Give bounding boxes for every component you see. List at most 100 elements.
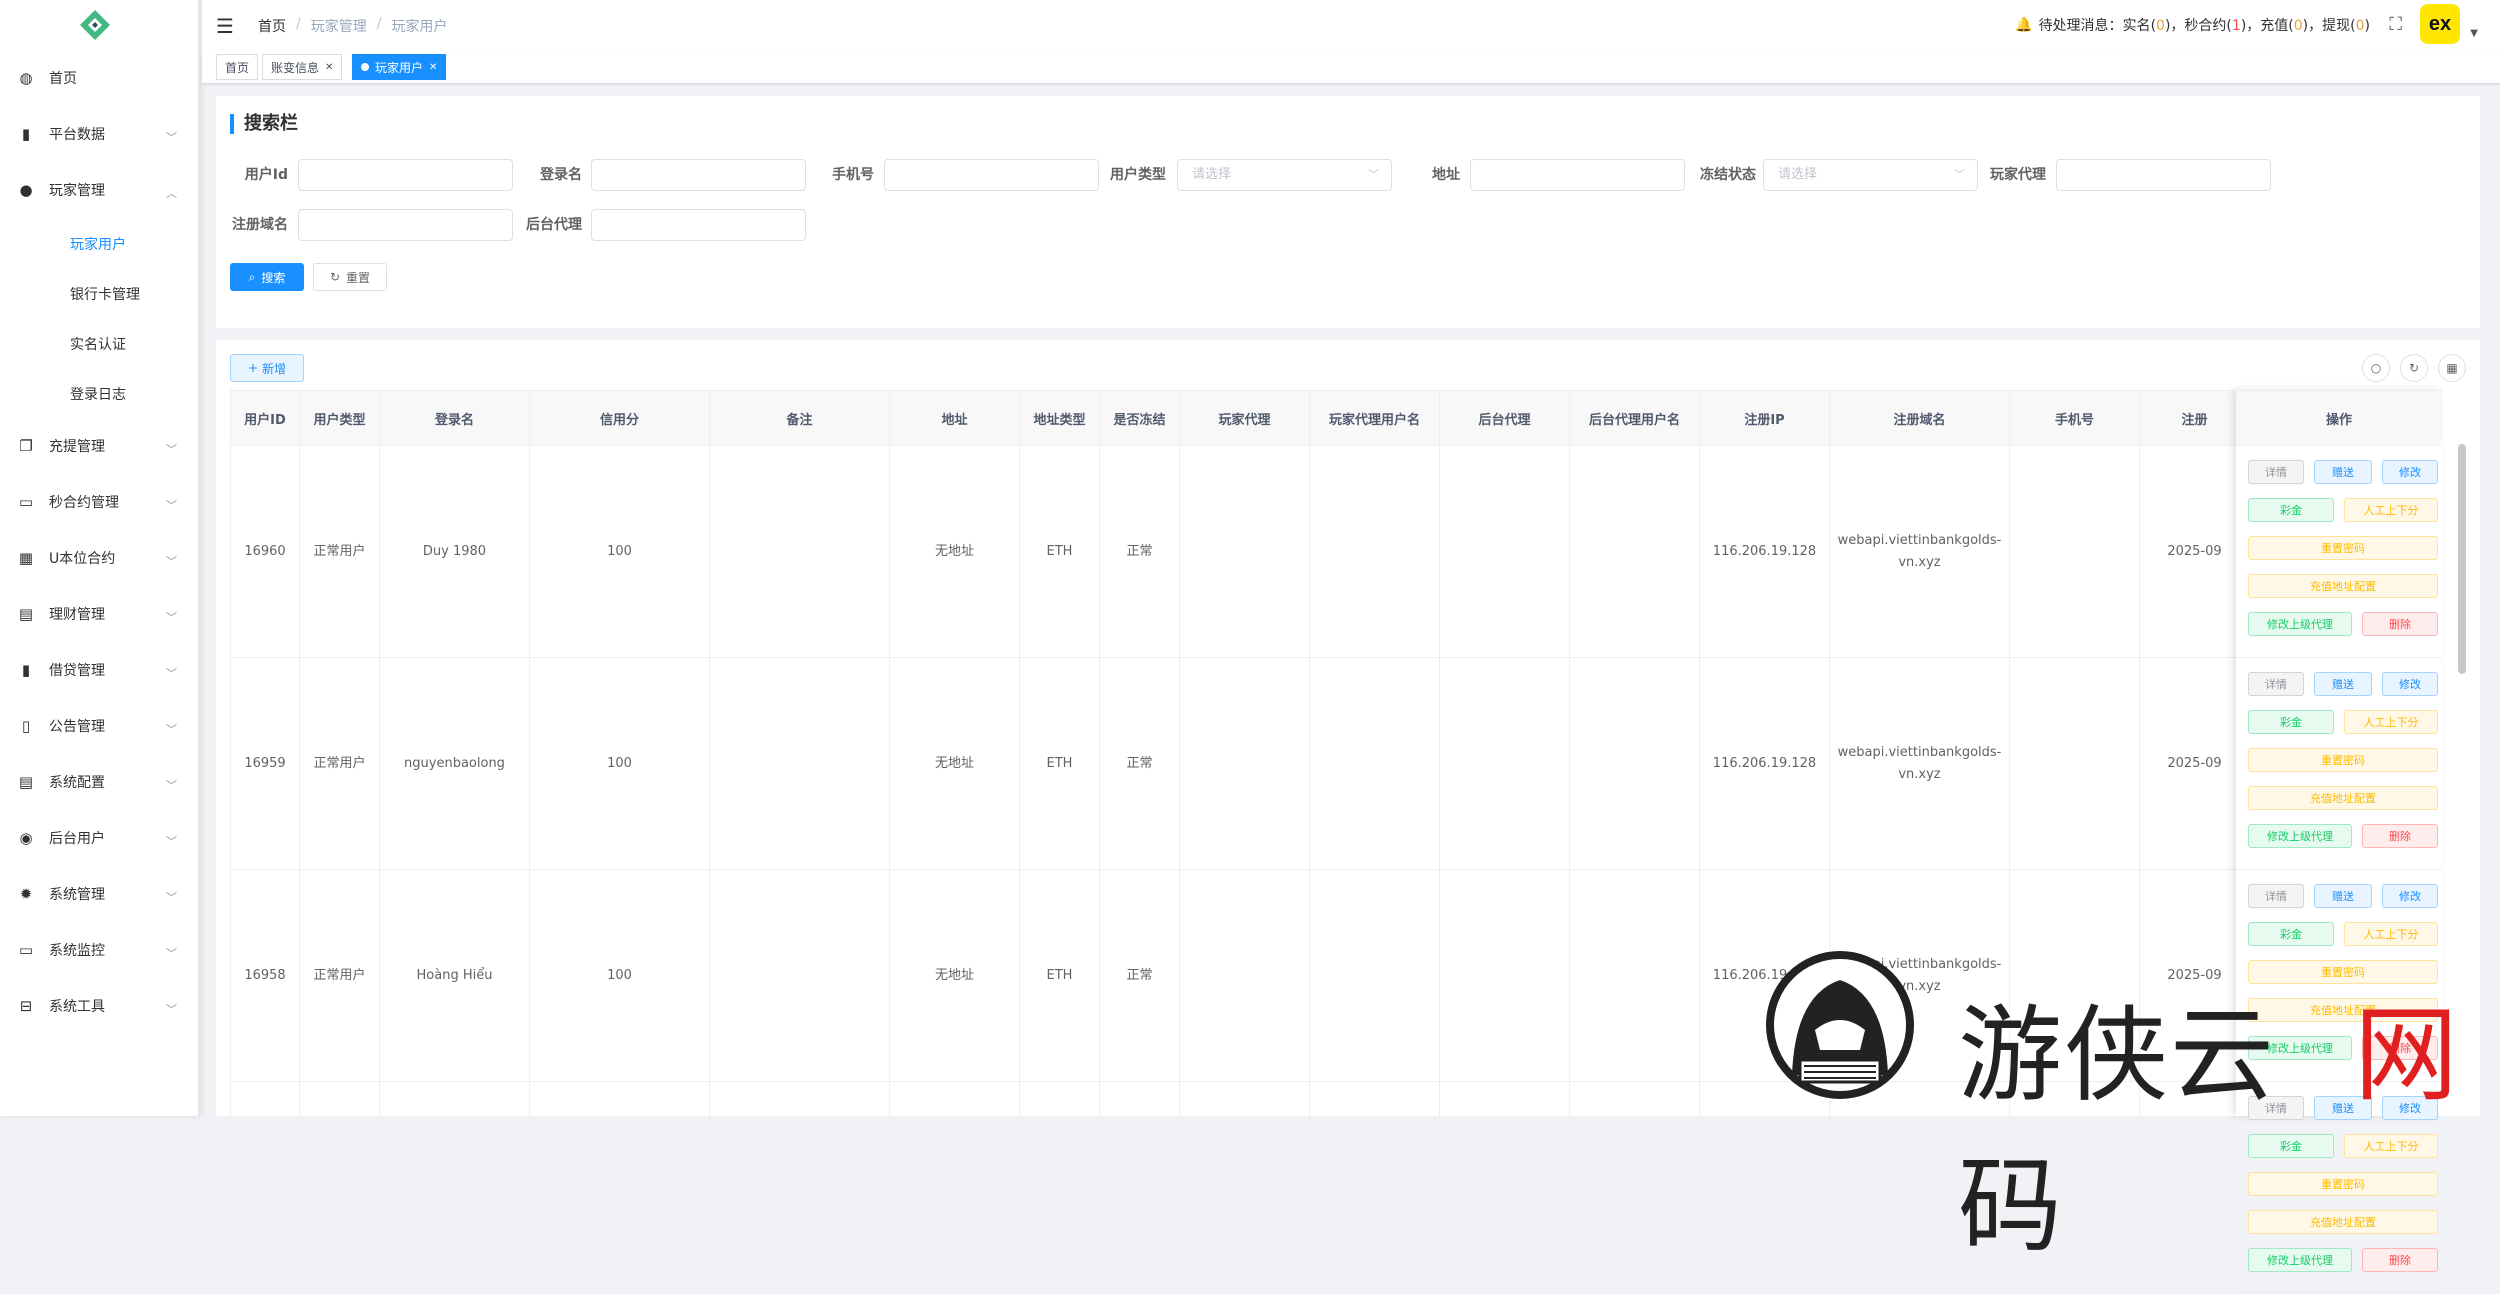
input-field-2[interactable] bbox=[884, 159, 1099, 191]
edit-button[interactable]: 修改 bbox=[2382, 672, 2438, 696]
delete-button[interactable]: 删除 bbox=[2362, 1248, 2438, 1272]
table-row[interactable]: 16959 正常用户 nguyenbaolong 100 无地址 ETH 正常 116.206… bbox=[230, 658, 2250, 870]
delete-button[interactable]: 删除 bbox=[2362, 612, 2438, 636]
input-field-8[interactable] bbox=[591, 209, 806, 241]
column-header: 后台代理 bbox=[1440, 390, 1570, 446]
bonus-button[interactable]: 赠送 bbox=[2314, 1096, 2372, 1120]
sidebar-item-8[interactable]: ▯ 公告管理 ﹀ bbox=[0, 698, 200, 754]
input-field-1[interactable] bbox=[591, 159, 806, 191]
pending-notice[interactable]: 🔔 待处理消息：实名(0)，秒合约(1)，充值(0)，提现(0) bbox=[2015, 15, 2370, 35]
table-row[interactable] bbox=[230, 1082, 2250, 1116]
edit-agent-button[interactable]: 修改上级代理 bbox=[2248, 612, 2352, 636]
chevron-down-icon: ﹀ bbox=[166, 891, 177, 904]
sidebar-item-13[interactable]: ⊟ 系统工具 ﹀ bbox=[0, 978, 200, 1034]
tag-player-users[interactable]: 玩家用户 ✕ bbox=[352, 54, 447, 80]
table-cell bbox=[710, 870, 890, 1082]
sidebar-item-9[interactable]: ▤ 系统配置 ﹀ bbox=[0, 754, 200, 810]
bonus-button[interactable]: 赠送 bbox=[2314, 460, 2372, 484]
caijin-button[interactable]: 彩金 bbox=[2248, 1134, 2334, 1158]
sidebar-item-10[interactable]: ◉ 后台用户 ﹀ bbox=[0, 810, 200, 866]
manual-button[interactable]: 人工上下分 bbox=[2344, 710, 2438, 734]
search-toggle-icon[interactable]: ○ bbox=[2362, 354, 2390, 382]
reset-pwd-button[interactable]: 重置密码 bbox=[2248, 1172, 2438, 1196]
add-button[interactable]: + 新增 bbox=[230, 354, 304, 382]
sidebar-subitem-2[interactable]: 实名认证 bbox=[0, 319, 200, 369]
detail-button[interactable]: 详情 bbox=[2248, 1096, 2304, 1120]
tag-account-changes[interactable]: 账变信息 ✕ bbox=[262, 54, 343, 80]
refresh-icon[interactable]: ↻ bbox=[2400, 354, 2428, 382]
caijin-button[interactable]: 彩金 bbox=[2248, 710, 2334, 734]
edit-button[interactable]: 修改 bbox=[2382, 884, 2438, 908]
table-scrollbar[interactable] bbox=[2458, 444, 2466, 674]
chevron-down-icon: ﹀ bbox=[166, 555, 177, 568]
detail-button[interactable]: 详情 bbox=[2248, 672, 2304, 696]
sidebar-item-3[interactable]: ❐ 充提管理 ﹀ bbox=[0, 418, 200, 474]
sidebar-subitem-3[interactable]: 登录日志 bbox=[0, 369, 200, 419]
reset-button[interactable]: ↻ 重置 bbox=[313, 263, 387, 291]
sidebar-item-4[interactable]: ▭ 秒合约管理 ﹀ bbox=[0, 474, 200, 530]
sidebar-item-0[interactable]: ◍ 首页 bbox=[0, 50, 200, 106]
select-field-5[interactable]: 请选择 ﹀ bbox=[1763, 159, 1978, 191]
caijin-button[interactable]: 彩金 bbox=[2248, 498, 2334, 522]
fullscreen-icon[interactable]: ⛶ bbox=[2389, 14, 2402, 35]
sidebar-subitem-1[interactable]: 银行卡管理 bbox=[0, 269, 200, 319]
avatar[interactable]: ex bbox=[2420, 4, 2460, 44]
columns-icon[interactable]: ▦ bbox=[2438, 354, 2466, 382]
recharge-addr-button[interactable]: 充值地址配置 bbox=[2248, 786, 2438, 810]
reset-pwd-button[interactable]: 重置密码 bbox=[2248, 960, 2438, 984]
sidebar-item-12[interactable]: ▭ 系统监控 ﹀ bbox=[0, 922, 200, 978]
edit-button[interactable]: 修改 bbox=[2382, 460, 2438, 484]
edit-agent-button[interactable]: 修改上级代理 bbox=[2248, 824, 2352, 848]
sidebar-item-1[interactable]: ▮ 平台数据 ﹀ bbox=[0, 106, 200, 162]
input-field-7[interactable] bbox=[298, 209, 513, 241]
input-field-4[interactable] bbox=[1470, 159, 1685, 191]
tag-home[interactable]: 首页 bbox=[216, 54, 259, 80]
close-icon[interactable]: ✕ bbox=[325, 62, 333, 73]
table-row[interactable]: 16958 正常用户 Hoàng Hiểu 100 无地址 ETH 正常 116.206.19… bbox=[230, 870, 2250, 1082]
tag-label: 账变信息 bbox=[271, 60, 320, 75]
select-field-3[interactable]: 请选择 ﹀ bbox=[1177, 159, 1392, 191]
search-button[interactable]: ⌕ 搜索 bbox=[230, 263, 304, 291]
delete-button[interactable]: 删除 bbox=[2362, 824, 2438, 848]
sidebar-item-6[interactable]: ▤ 理财管理 ﹀ bbox=[0, 586, 200, 642]
bonus-button[interactable]: 赠送 bbox=[2314, 672, 2372, 696]
sidebar-item-11[interactable]: ✹ 系统管理 ﹀ bbox=[0, 866, 200, 922]
breadcrumb-home[interactable]: 首页 bbox=[258, 16, 286, 36]
table-row[interactable]: 16960 正常用户 Duy 1980 100 无地址 ETH 正常 116.206.19.1… bbox=[230, 446, 2250, 658]
column-header: 注册域名 bbox=[1830, 390, 2010, 446]
recharge-addr-button[interactable]: 充值地址配置 bbox=[2248, 998, 2438, 1022]
bonus-button[interactable]: 赠送 bbox=[2314, 884, 2372, 908]
recharge-addr-button[interactable]: 充值地址配置 bbox=[2248, 1210, 2438, 1234]
notice-seconds-label: 秒合约 bbox=[2184, 18, 2227, 34]
sidebar-subitem-0[interactable]: 玩家用户 bbox=[0, 219, 200, 269]
reset-pwd-button[interactable]: 重置密码 bbox=[2248, 536, 2438, 560]
chevron-down-icon: ﹀ bbox=[166, 499, 177, 512]
manual-button[interactable]: 人工上下分 bbox=[2344, 498, 2438, 522]
logo-diamond-icon[interactable] bbox=[78, 8, 112, 42]
recharge-addr-button[interactable]: 充值地址配置 bbox=[2248, 574, 2438, 598]
sidebar-item-5[interactable]: ▦ U本位合约 ﹀ bbox=[0, 530, 200, 586]
caijin-button[interactable]: 彩金 bbox=[2248, 922, 2334, 946]
manual-button[interactable]: 人工上下分 bbox=[2344, 1134, 2438, 1158]
sidebar-item-label: 公告管理 bbox=[49, 719, 105, 735]
sidebar-item-7[interactable]: ▮ 借贷管理 ﹀ bbox=[0, 642, 200, 698]
edit-button[interactable]: 修改 bbox=[2382, 1096, 2438, 1120]
input-field-6[interactable] bbox=[2056, 159, 2271, 191]
column-header: 后台代理用户名 bbox=[1570, 390, 1700, 446]
detail-button[interactable]: 详情 bbox=[2248, 460, 2304, 484]
breadcrumb: 首页 / 玩家管理 / 玩家用户 bbox=[258, 16, 447, 36]
input-field-0[interactable] bbox=[298, 159, 513, 191]
close-icon[interactable]: ✕ bbox=[429, 62, 437, 73]
breadcrumb-player-mgmt[interactable]: 玩家管理 bbox=[311, 16, 367, 36]
edit-agent-button[interactable]: 修改上级代理 bbox=[2248, 1248, 2352, 1272]
detail-button[interactable]: 详情 bbox=[2248, 884, 2304, 908]
reset-pwd-button[interactable]: 重置密码 bbox=[2248, 748, 2438, 772]
table-cell bbox=[1180, 870, 1310, 1082]
caret-down-icon[interactable]: ▼ bbox=[2470, 28, 2478, 39]
sidebar-item-2[interactable]: ● 玩家管理 ︿ bbox=[0, 162, 200, 218]
edit-agent-button[interactable]: 修改上级代理 bbox=[2248, 1036, 2352, 1060]
manual-button[interactable]: 人工上下分 bbox=[2344, 922, 2438, 946]
hamburger-icon[interactable]: ☰ bbox=[216, 14, 234, 38]
table-cell: 无地址 bbox=[890, 870, 1020, 1082]
delete-button[interactable]: 删除 bbox=[2362, 1036, 2438, 1060]
